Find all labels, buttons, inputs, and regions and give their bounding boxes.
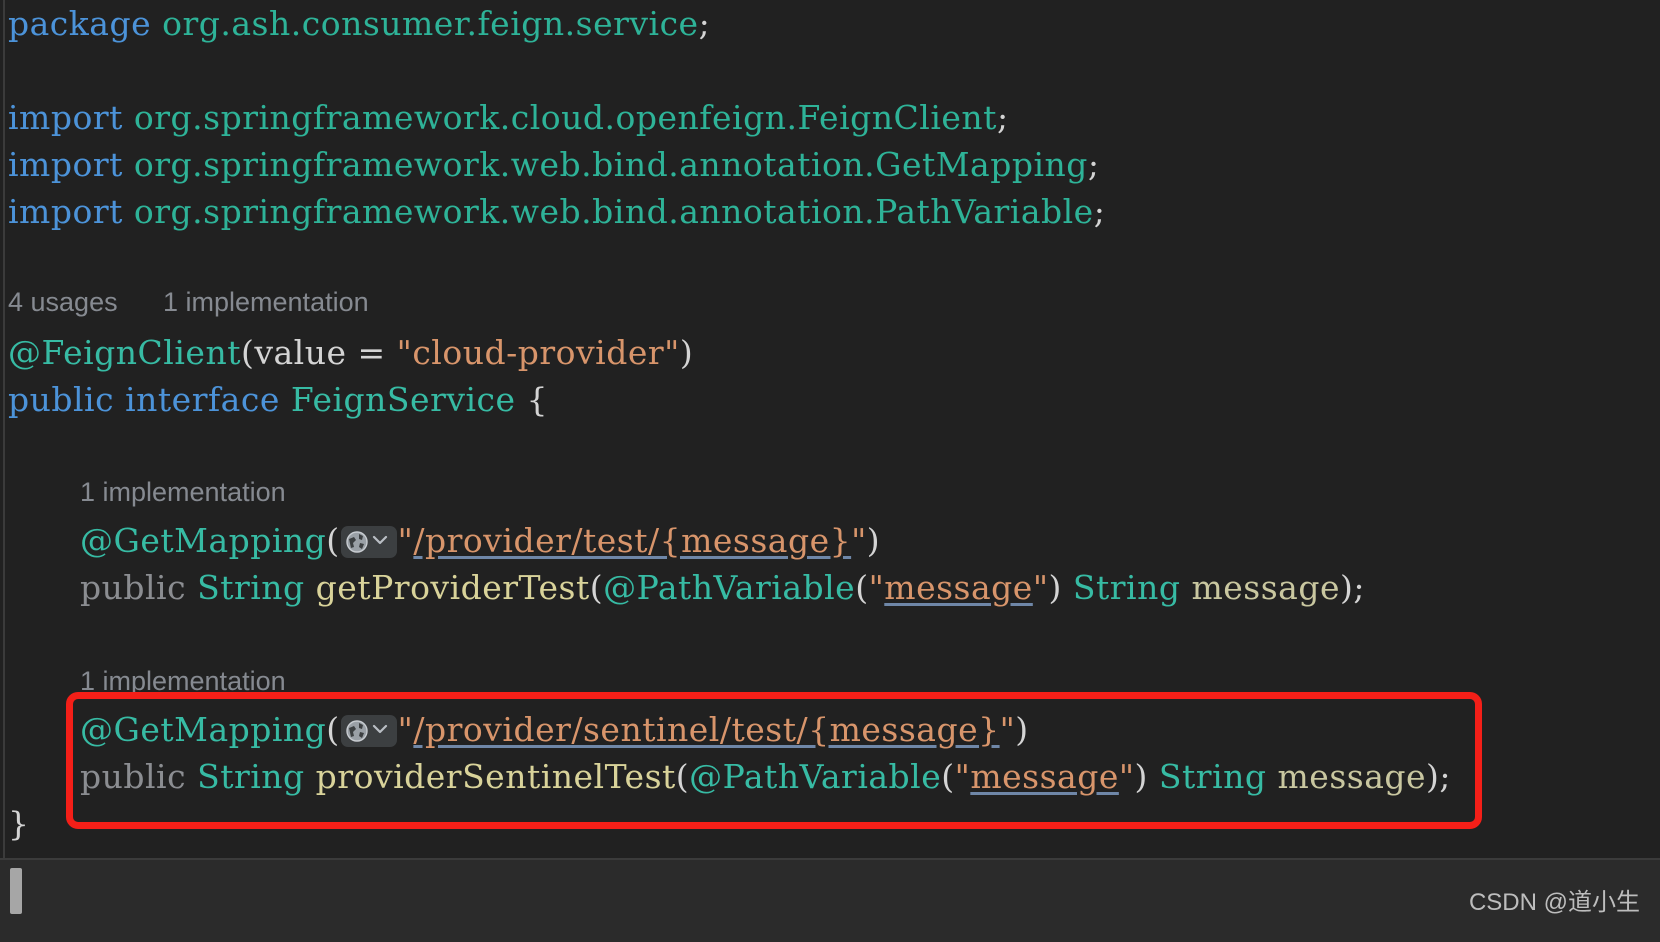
quote-close: " — [851, 521, 867, 560]
paren-open: ( — [326, 710, 340, 749]
method-providersentineltest-line[interactable]: public String providerSentinelTest(@Path… — [80, 753, 1451, 800]
import-path: org.springframework.web.bind.annotation.… — [133, 145, 1088, 184]
implementation-hint[interactable]: 1 implementation — [80, 664, 286, 698]
paren-open: ( — [326, 521, 340, 560]
keyword-interface: interface — [125, 380, 280, 419]
keyword-import: import — [8, 98, 123, 137]
quote-open: " — [954, 757, 971, 796]
usages-hint[interactable]: 4 usages — [8, 285, 118, 319]
quote-open: " — [397, 710, 414, 749]
url-path-sentinel: /provider/sentinel/test/{message} — [413, 710, 1000, 749]
paren-open: ( — [589, 568, 604, 607]
watermark-label: CSDN @道小生 — [1468, 889, 1640, 916]
chevron-down-icon[interactable] — [372, 535, 388, 545]
url-mapping-badge[interactable] — [340, 526, 397, 558]
annotation-pathvariable: @PathVariable — [603, 568, 856, 607]
string-message: message — [970, 757, 1119, 796]
globe-icon — [345, 531, 368, 553]
annotation-feignclient: @FeignClient — [8, 333, 241, 372]
import-pathvariable-line[interactable]: import org.springframework.web.bind.anno… — [8, 188, 1105, 235]
ide-editor-window: package org.ash.consumer.feign.service; i… — [0, 0, 1660, 942]
semicolon: ; — [1087, 145, 1100, 184]
return-type: String — [197, 568, 305, 607]
method-name: providerSentinelTest — [315, 757, 676, 796]
param-type: String — [1072, 568, 1181, 607]
bottom-status-strip: CSDN @道小生 — [0, 858, 1660, 942]
import-feignclient-line[interactable]: import org.springframework.cloud.openfei… — [8, 94, 1009, 141]
globe-icon — [345, 720, 368, 742]
attr-value: value — [254, 333, 347, 372]
interface-name: FeignService — [290, 380, 516, 419]
chevron-down-icon[interactable] — [372, 724, 388, 734]
package-path: org.ash.consumer.feign.service — [162, 4, 699, 43]
keyword-package: package — [8, 4, 152, 43]
quote-close: " — [1118, 757, 1135, 796]
import-path: org.springframework.cloud.openfeign.Feig… — [133, 98, 997, 137]
quote-close: " — [999, 710, 1016, 749]
string-cloud-provider: "cloud-provider" — [396, 333, 680, 372]
url-path-test: /provider/test/{message} — [413, 521, 852, 560]
horizontal-scrollbar-thumb[interactable] — [10, 868, 22, 914]
paren-close: ) — [866, 521, 881, 560]
url-mapping-badge[interactable] — [340, 715, 397, 747]
paren-close: ) — [679, 333, 694, 372]
equals: = — [346, 333, 397, 372]
method-getprovidertest-line[interactable]: public String getProviderTest(@PathVaria… — [80, 564, 1365, 611]
keyword-import: import — [8, 145, 123, 184]
getmapping-test-line[interactable]: @GetMapping( "/provider/test/{message}") — [80, 517, 880, 564]
semicolon: ; — [698, 4, 711, 43]
param-type: String — [1158, 757, 1267, 796]
string-message: message — [884, 568, 1033, 607]
param-name: message — [1277, 757, 1427, 796]
paren-open-2: ( — [855, 568, 869, 607]
annotation-pathvariable: @PathVariable — [689, 757, 942, 796]
paren-close-2: ) — [1134, 757, 1159, 796]
semicolon: ; — [996, 98, 1009, 137]
method-name: getProviderTest — [315, 568, 590, 607]
quote-open: " — [868, 568, 885, 607]
paren-open: ( — [240, 333, 255, 372]
package-line[interactable]: package org.ash.consumer.feign.service; — [8, 0, 710, 47]
annotation-getmapping: @GetMapping — [80, 521, 327, 560]
keyword-public: public — [80, 757, 187, 796]
return-type: String — [197, 757, 305, 796]
paren-close-semicolon: ); — [1339, 568, 1365, 607]
annotation-getmapping: @GetMapping — [80, 710, 327, 749]
quote-close: " — [1032, 568, 1049, 607]
space-brace: { — [515, 380, 549, 419]
closing-brace-line[interactable]: } — [8, 800, 30, 847]
paren-close-2: ) — [1048, 568, 1073, 607]
keyword-public: public — [8, 380, 115, 419]
implementation-hint[interactable]: 1 implementation — [80, 475, 286, 509]
paren-open-2: ( — [941, 757, 955, 796]
feignclient-annotation-line[interactable]: @FeignClient(value = "cloud-provider") — [8, 329, 693, 376]
paren-open: ( — [675, 757, 690, 796]
closing-brace: } — [8, 804, 30, 843]
paren-close-semicolon: ); — [1426, 757, 1452, 796]
semicolon: ; — [1093, 192, 1106, 231]
getmapping-sentinel-line[interactable]: @GetMapping( "/provider/sentinel/test/{me… — [80, 706, 1029, 753]
interface-declaration-line[interactable]: public interface FeignService { — [8, 376, 548, 423]
quote-open: " — [397, 521, 414, 560]
paren-close: ) — [1015, 710, 1029, 749]
import-path: org.springframework.web.bind.annotation.… — [133, 192, 1094, 231]
import-getmapping-line[interactable]: import org.springframework.web.bind.anno… — [8, 141, 1100, 188]
param-name: message — [1191, 568, 1340, 607]
keyword-import: import — [8, 192, 123, 231]
code-editor-area[interactable]: package org.ash.consumer.feign.service; i… — [0, 0, 1660, 858]
implementation-hint[interactable]: 1 implementation — [163, 285, 369, 319]
keyword-public: public — [80, 568, 187, 607]
